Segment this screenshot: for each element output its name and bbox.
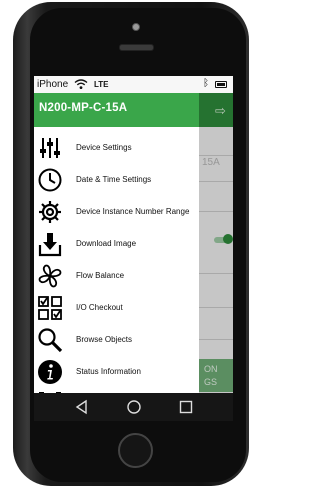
menu-label: Download Image — [76, 239, 137, 248]
network-label: LTE — [94, 80, 109, 89]
android-nav-bar — [34, 393, 233, 421]
info-icon — [38, 360, 62, 384]
menu-item-device-settings[interactable]: Device Settings — [34, 133, 199, 163]
drawer-scrim[interactable] — [199, 93, 233, 393]
speaker-grille — [119, 44, 154, 51]
recents-icon[interactable] — [178, 399, 194, 415]
menu-item-status-information[interactable]: Status Information — [34, 357, 199, 387]
menu-label: Device Instance Number Range — [76, 207, 190, 216]
menu-label: Status Information — [76, 367, 141, 376]
download-icon — [38, 233, 62, 257]
menu-item-download-image[interactable]: Download Image — [34, 229, 199, 259]
menu-label: Device Settings — [76, 143, 132, 152]
menu-item-browse-objects[interactable]: Browse Objects — [34, 325, 199, 355]
screen: iPhone LTE ᛒ ⇨ 15A ON GS N200-MP-C-15A D… — [34, 76, 233, 421]
menu-item-device-instance-number-range[interactable]: Device Instance Number Range — [34, 197, 199, 227]
navigation-drawer: N200-MP-C-15A Device Settings Date & Tim… — [34, 93, 199, 393]
menu-label: Browse Objects — [76, 335, 133, 344]
bluetooth-icon: ᛒ — [203, 78, 209, 89]
menu-item-io-checkout[interactable]: I/O Checkout — [34, 293, 199, 323]
home-icon[interactable] — [126, 399, 142, 415]
home-button[interactable] — [118, 433, 153, 468]
battery-icon — [215, 81, 227, 88]
menu-label: Flow Balance — [76, 271, 125, 280]
menu-item-date-time-settings[interactable]: Date & Time Settings — [34, 165, 199, 195]
back-icon[interactable] — [74, 399, 90, 415]
carrier-label: iPhone — [37, 79, 69, 90]
checklist-icon — [38, 296, 62, 320]
gear-icon — [39, 201, 61, 223]
menu-label: Date & Time Settings — [76, 175, 152, 184]
clock-icon — [38, 168, 62, 192]
menu-label: I/O Checkout — [76, 303, 123, 312]
device-title: N200-MP-C-15A — [39, 102, 128, 114]
fan-icon — [38, 264, 62, 288]
wifi-icon — [74, 79, 88, 89]
magnifier-icon — [38, 328, 63, 353]
camera-icon — [132, 23, 140, 31]
status-bar: iPhone LTE ᛒ — [34, 76, 233, 93]
menu-item-flow-balance[interactable]: Flow Balance — [34, 261, 199, 291]
drawer-header: N200-MP-C-15A — [34, 93, 199, 127]
sliders-icon — [40, 138, 60, 158]
